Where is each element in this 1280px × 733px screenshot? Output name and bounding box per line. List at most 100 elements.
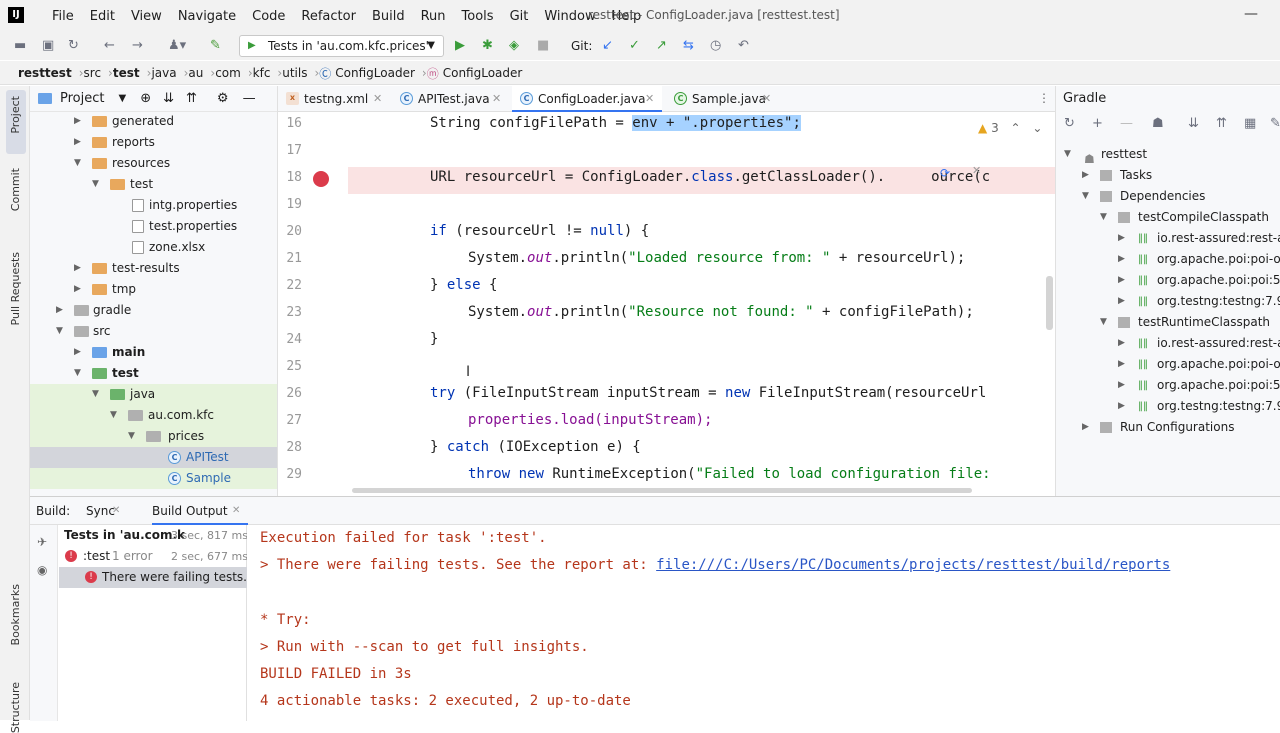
git-fetch-icon[interactable]: ⇆	[683, 38, 694, 54]
minimize-icon[interactable]: —	[1244, 6, 1258, 22]
tree-item[interactable]: C APITest	[30, 447, 277, 468]
open-folder-icon[interactable]: ▬	[14, 38, 26, 54]
tree-item[interactable]: ▼ test	[30, 363, 277, 384]
history-icon[interactable]: ◷	[710, 38, 721, 54]
more-tabs-icon[interactable]: ⋮	[1038, 91, 1050, 105]
add-icon[interactable]: +	[1092, 116, 1103, 131]
tab-sync[interactable]: Sync	[86, 497, 115, 525]
build-tree-item[interactable]: ! There were failing tests. Se	[59, 567, 247, 588]
breadcrumb-item[interactable]: java	[151, 66, 176, 80]
menu-tools[interactable]: Tools	[454, 9, 502, 24]
menu-edit[interactable]: Edit	[82, 9, 123, 24]
reload-icon[interactable]: ↻	[1064, 116, 1075, 131]
run-icon[interactable]: ▶	[455, 38, 465, 54]
menu-code[interactable]: Code	[244, 9, 293, 24]
tree-item[interactable]: ▼ au.com.kfc	[30, 405, 277, 426]
breadcrumb-item[interactable]: kfc	[253, 66, 271, 80]
menu-navigate[interactable]: Navigate	[170, 9, 244, 24]
breadcrumb-item[interactable]: ConfigLoader	[335, 66, 415, 80]
eye-icon[interactable]: ◉	[37, 563, 47, 577]
breadcrumb-item[interactable]: src	[84, 66, 102, 80]
expand-all-icon[interactable]: ⇊	[163, 91, 174, 106]
git-commit-icon[interactable]: ✓	[629, 38, 640, 54]
gradle-tree-item[interactable]: ▶ ‖‖ org.apache.poi:poi:5.2	[1056, 270, 1280, 291]
collapse-all-icon[interactable]: ⇈	[186, 91, 197, 106]
bookmarks-tool-tab[interactable]: Bookmarks	[9, 584, 22, 645]
tree-item[interactable]: ▼ prices	[30, 426, 277, 447]
gradle-tree-item[interactable]: ▶ ‖‖ org.apache.poi:poi-oo	[1056, 249, 1280, 270]
hammer-icon[interactable]: ✎	[210, 38, 221, 54]
structure-tool-tab[interactable]: Structure	[9, 682, 22, 733]
chevron-down-icon[interactable]: ⌄	[1032, 121, 1042, 135]
tree-item[interactable]: ▶ gradle	[30, 300, 277, 321]
debug-icon[interactable]: ✱	[482, 38, 493, 54]
remove-icon[interactable]: —	[1120, 116, 1133, 131]
gradle-tree-item[interactable]: ▶‖‖org.testng:testng:7.9.0	[1056, 291, 1280, 312]
tree-item[interactable]: ▼ resources	[30, 153, 277, 174]
back-icon[interactable]: ←	[104, 38, 115, 54]
rollback-icon[interactable]: ↶	[738, 38, 749, 54]
tree-item[interactable]: ▶ generated	[30, 111, 277, 132]
breadcrumb-item[interactable]: test	[113, 66, 140, 80]
tab-sample-java[interactable]: C Sample.java ✕	[666, 86, 778, 112]
gradle-tree-item[interactable]: ▶ ‖‖ org.apache.poi:poi:5.2	[1056, 375, 1280, 396]
tree-item[interactable]: ▶ main	[30, 342, 277, 363]
git-push-icon[interactable]: ↗	[656, 38, 667, 54]
tree-item[interactable]: test.properties	[30, 216, 277, 237]
close-icon[interactable]: ✕	[232, 497, 240, 525]
menu-file[interactable]: File	[44, 9, 82, 24]
commit-tool-tab[interactable]: Commit	[9, 168, 22, 211]
pull-requests-tool-tab[interactable]: Pull Requests	[9, 252, 22, 325]
gradle-tree-item[interactable]: ▶ ‖‖ io.rest-assured:rest-as	[1056, 333, 1280, 354]
vertical-scrollbar[interactable]	[1046, 276, 1053, 330]
tab-testng-xml[interactable]: x testng.xml ✕	[278, 86, 390, 112]
tree-item[interactable]: ▶ test-results	[30, 258, 277, 279]
build-output-console[interactable]: Execution failed for task ':test'. > The…	[260, 525, 1280, 721]
save-icon[interactable]: ▣	[42, 38, 54, 54]
close-icon[interactable]: ✕	[972, 164, 981, 177]
tree-item[interactable]: ▼ src	[30, 321, 277, 342]
gradle-tree-item[interactable]: ▼ ☗ resttest	[1056, 144, 1280, 166]
gradle-reload-icon[interactable]: ⟳	[940, 166, 950, 180]
coverage-icon[interactable]: ◈	[509, 38, 519, 54]
tree-item[interactable]: C Sample	[30, 468, 277, 489]
tree-item[interactable]: intg.properties	[30, 195, 277, 216]
gradle-tree-item[interactable]: ▼ Dependencies	[1056, 186, 1280, 207]
menu-build[interactable]: Build	[364, 9, 413, 24]
chevron-down-icon[interactable]: ▼	[118, 93, 126, 104]
stop-icon[interactable]: ■	[537, 38, 549, 54]
gradle-tree-item[interactable]: ▶ ‖‖ io.rest-assured:rest-as	[1056, 228, 1280, 249]
gear-icon[interactable]: ⚙	[217, 91, 229, 106]
close-icon[interactable]: ✕	[645, 86, 654, 112]
elephant-icon[interactable]: ☗	[1152, 116, 1164, 131]
wrench-icon[interactable]: ✎	[1270, 116, 1280, 131]
pin-icon[interactable]: ✈	[37, 535, 47, 549]
gradle-tree-item[interactable]: ▶ Run Configurations	[1056, 417, 1280, 438]
user-icon[interactable]: ♟▾	[168, 38, 186, 54]
menu-run[interactable]: Run	[413, 9, 454, 24]
project-tool-tab[interactable]: Project	[9, 96, 22, 134]
locate-icon[interactable]: ⊕	[140, 91, 151, 106]
inspection-widget[interactable]: ▲ 3 ⌃ ⌄	[978, 121, 1042, 135]
breakpoint-icon[interactable]	[313, 171, 329, 187]
forward-icon[interactable]: →	[132, 38, 143, 54]
menu-refactor[interactable]: Refactor	[293, 9, 364, 24]
gradle-tree-item[interactable]: ▼ testRuntimeClasspath	[1056, 312, 1280, 333]
report-link[interactable]: file:///C:/Users/PC/Documents/projects/r…	[656, 557, 1170, 573]
gradle-tree-item[interactable]: ▶ Tasks	[1056, 165, 1280, 186]
git-update-icon[interactable]: ↙	[602, 38, 613, 54]
close-icon[interactable]: ✕	[112, 497, 120, 525]
tab-apitest-java[interactable]: C APITest.java ✕	[392, 86, 510, 112]
sync-icon[interactable]: ↻	[68, 38, 79, 54]
breadcrumb-item[interactable]: com	[215, 66, 241, 80]
gradle-tree-item[interactable]: ▼ testCompileClasspath	[1056, 207, 1280, 228]
close-icon[interactable]: ✕	[492, 86, 501, 112]
build-tree-item[interactable]: ! :test 1 error 2 sec, 677 ms	[59, 546, 247, 567]
chevron-up-icon[interactable]: ⌃	[1011, 121, 1021, 135]
expand-all-icon[interactable]: ⇊	[1188, 116, 1199, 131]
close-icon[interactable]: ✕	[373, 86, 382, 112]
tree-item[interactable]: ▼ test	[30, 174, 277, 195]
hide-icon[interactable]: —	[243, 91, 256, 106]
menu-git[interactable]: Git	[502, 9, 537, 24]
breadcrumb-item[interactable]: utils	[282, 66, 307, 80]
